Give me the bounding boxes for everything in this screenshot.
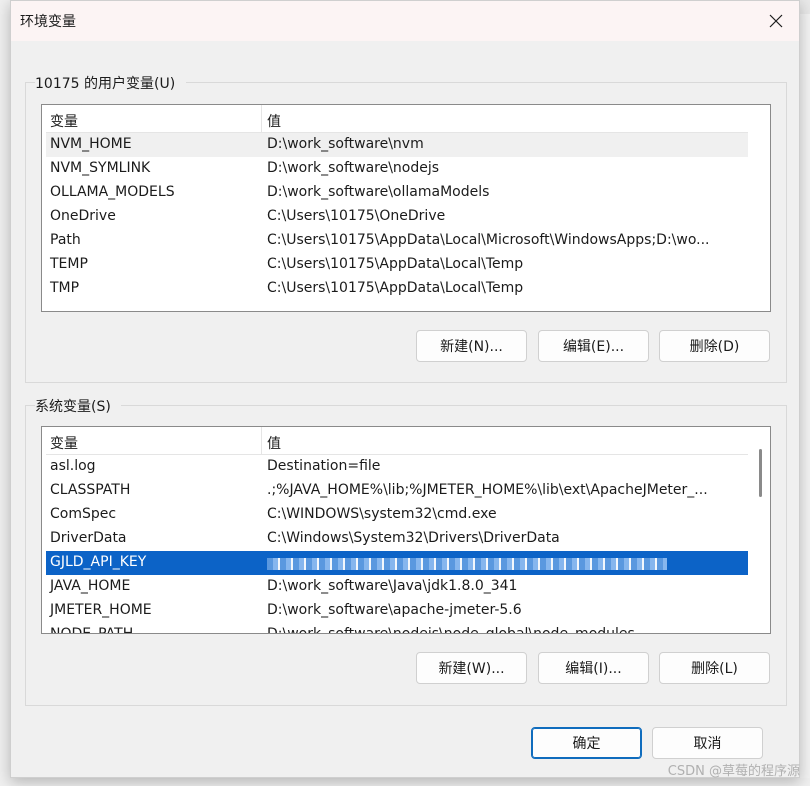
- system-group-border: [121, 405, 786, 406]
- system-edit-button[interactable]: 编辑(I)...: [538, 652, 649, 684]
- variable-name: NODE_PATH: [50, 626, 134, 634]
- redacted-value: [267, 554, 745, 574]
- variable-value: D:\work_software\nvm: [267, 136, 424, 152]
- system-new-button[interactable]: 新建(W)...: [416, 652, 527, 684]
- user-new-button[interactable]: 新建(N)...: [416, 330, 527, 362]
- ok-button[interactable]: 确定: [531, 727, 642, 759]
- user-delete-button[interactable]: 删除(D): [659, 330, 770, 362]
- variable-value: D:\work_software\nodejs: [267, 160, 440, 176]
- system-group-border: [786, 405, 787, 705]
- list-item[interactable]: TEMP C:\Users\10175\AppData\Local\Temp: [46, 253, 748, 277]
- environment-variables-dialog: 环境变量 10175 的用户变量(U) 变量 值 NVM_HOME D:\wor…: [10, 0, 800, 778]
- column-header-value[interactable]: 值: [267, 433, 281, 453]
- list-item[interactable]: Path C:\Users\10175\AppData\Local\Micros…: [46, 229, 748, 253]
- variable-value: D:\work_software\ollamaModels: [267, 184, 490, 200]
- user-group-border: [186, 82, 786, 83]
- list-item[interactable]: CLASSPATH .;%JAVA_HOME%\lib;%JMETER_HOME…: [46, 479, 748, 503]
- variable-value: C:\Windows\System32\Drivers\DriverData: [267, 530, 560, 546]
- list-item[interactable]: TMP C:\Users\10175\AppData\Local\Temp: [46, 277, 748, 301]
- variable-name: DriverData: [50, 530, 127, 546]
- variable-name: TMP: [50, 280, 80, 296]
- list-header: 变量 值: [46, 105, 748, 133]
- variable-name: NVM_HOME: [50, 136, 132, 152]
- list-header: 变量 值: [46, 427, 748, 455]
- system-group-border: [25, 705, 787, 706]
- vertical-scrollbar[interactable]: [750, 427, 770, 633]
- variable-name: OneDrive: [50, 208, 116, 224]
- variable-value: D:\work_software\nodejs\node_global\node…: [267, 626, 635, 634]
- cancel-button[interactable]: 取消: [652, 727, 763, 759]
- variable-value: C:\Users\10175\AppData\Local\Microsoft\W…: [267, 232, 710, 248]
- list-item[interactable]: JAVA_HOME D:\work_software\Java\jdk1.8.0…: [46, 575, 748, 599]
- user-variables-list[interactable]: 变量 值 NVM_HOME D:\work_software\nvm NVM_S…: [41, 104, 771, 312]
- variable-name: TEMP: [50, 256, 88, 272]
- close-icon: [769, 14, 783, 28]
- user-group-border: [25, 82, 35, 83]
- variable-value: C:\Users\10175\AppData\Local\Temp: [267, 256, 524, 272]
- variable-value: Destination=file: [267, 458, 381, 474]
- list-item[interactable]: OneDrive C:\Users\10175\OneDrive: [46, 205, 748, 229]
- column-header-variable[interactable]: 变量: [50, 433, 78, 453]
- variable-name: JAVA_HOME: [50, 578, 131, 594]
- system-variables-label: 系统变量(S): [35, 399, 111, 415]
- variable-value: D:\work_software\Java\jdk1.8.0_341: [267, 578, 518, 594]
- list-item[interactable]: DriverData C:\Windows\System32\Drivers\D…: [46, 527, 748, 551]
- column-separator[interactable]: [261, 105, 262, 132]
- list-item[interactable]: OLLAMA_MODELS D:\work_software\ollamaMod…: [46, 181, 748, 205]
- variable-name: CLASSPATH: [50, 482, 131, 498]
- column-header-value[interactable]: 值: [267, 111, 281, 131]
- scrollbar-thumb[interactable]: [759, 449, 762, 497]
- user-group-border: [25, 382, 787, 383]
- system-variables-list[interactable]: 变量 值 asl.log Destination=file CLASSPATH …: [41, 426, 771, 634]
- user-variables-label: 10175 的用户变量(U): [35, 76, 176, 92]
- user-group-border: [25, 82, 26, 382]
- background-window-bottom: [0, 778, 810, 786]
- list-item[interactable]: asl.log Destination=file: [46, 455, 748, 479]
- list-item[interactable]: JMETER_HOME D:\work_software\apache-jmet…: [46, 599, 748, 623]
- variable-value: C:\WINDOWS\system32\cmd.exe: [267, 506, 497, 522]
- list-item[interactable]: NVM_HOME D:\work_software\nvm: [46, 133, 748, 157]
- variable-value: C:\Users\10175\OneDrive: [267, 208, 446, 224]
- background-window-edge: [0, 0, 10, 786]
- title-bar: 环境变量: [11, 1, 799, 41]
- column-header-variable[interactable]: 变量: [50, 111, 78, 131]
- user-edit-button[interactable]: 编辑(E)...: [538, 330, 649, 362]
- watermark: CSDN @草莓的程序源: [667, 764, 800, 779]
- variable-value: .;%JAVA_HOME%\lib;%JMETER_HOME%\lib\ext\…: [267, 482, 708, 498]
- system-group-border: [25, 405, 35, 406]
- variable-name: asl.log: [50, 458, 96, 474]
- variable-name: GJLD_API_KEY: [50, 554, 147, 570]
- variable-value: D:\work_software\apache-jmeter-5.6: [267, 602, 522, 618]
- system-delete-button[interactable]: 删除(L): [659, 652, 770, 684]
- variable-name: Path: [50, 232, 81, 248]
- dialog-title: 环境变量: [20, 14, 76, 30]
- close-button[interactable]: [753, 1, 799, 41]
- list-item[interactable]: NODE_PATH D:\work_software\nodejs\node_g…: [46, 623, 748, 634]
- user-group-border: [786, 82, 787, 382]
- variable-name: NVM_SYMLINK: [50, 160, 151, 176]
- column-separator[interactable]: [261, 427, 262, 454]
- variable-name: OLLAMA_MODELS: [50, 184, 175, 200]
- variable-name: JMETER_HOME: [50, 602, 152, 618]
- variable-name: ComSpec: [50, 506, 117, 522]
- system-group-border: [25, 405, 26, 705]
- variable-value: C:\Users\10175\AppData\Local\Temp: [267, 280, 524, 296]
- list-item-selected[interactable]: GJLD_API_KEY: [46, 551, 748, 575]
- list-item[interactable]: NVM_SYMLINK D:\work_software\nodejs: [46, 157, 748, 181]
- list-item[interactable]: ComSpec C:\WINDOWS\system32\cmd.exe: [46, 503, 748, 527]
